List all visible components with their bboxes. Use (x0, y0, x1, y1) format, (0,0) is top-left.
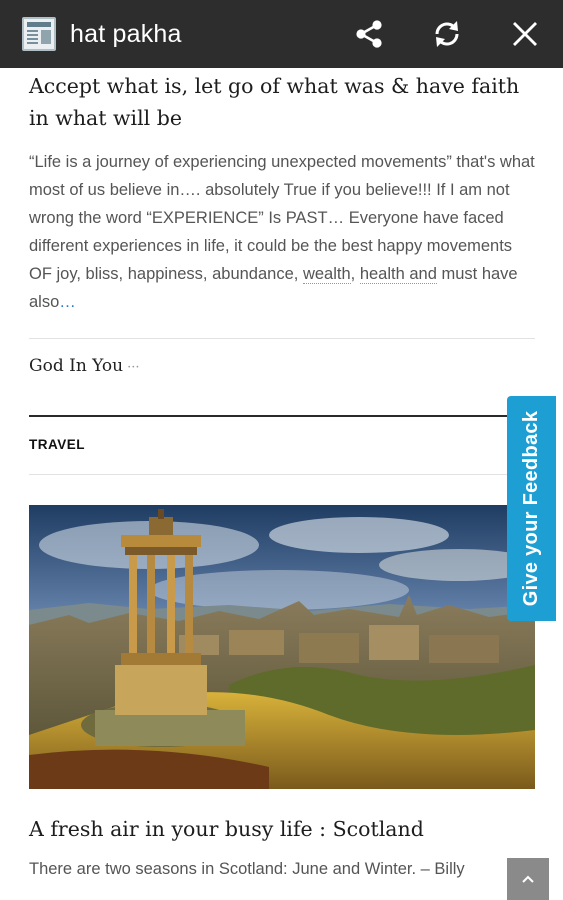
post-hero-image[interactable] (29, 505, 535, 789)
excerpt-text: “Life is a journey of experiencing unexp… (29, 153, 535, 283)
post-title[interactable]: Accept what is, let go of what was & hav… (29, 70, 535, 134)
feedback-tab-button[interactable]: Give your Feedback (507, 396, 556, 621)
post-excerpt-2: There are two seasons in Scotland: June … (29, 860, 465, 878)
chevron-up-icon (522, 875, 534, 883)
app-bar: hat pakha (0, 0, 563, 68)
more-dots: ··· (127, 360, 140, 375)
keyword-link-wealth[interactable]: wealth (302, 265, 351, 284)
close-button[interactable] (505, 14, 545, 54)
app-title: hat pakha (70, 19, 182, 48)
share-icon (356, 20, 382, 48)
newspaper-icon (22, 17, 56, 51)
keyword-link-health[interactable]: health and (359, 265, 437, 284)
feedback-label: Give your Feedback (520, 410, 543, 607)
divider (29, 338, 535, 339)
author-name: God In You (29, 356, 124, 376)
section-label[interactable]: TRAVEL (29, 437, 535, 455)
post-excerpt: “Life is a journey of experiencing unexp… (29, 148, 535, 316)
excerpt-separator: , (350, 265, 360, 283)
divider (29, 474, 535, 475)
read-more-link[interactable]: … (59, 293, 76, 311)
section-rule (29, 415, 535, 417)
refresh-icon (435, 21, 459, 47)
refresh-button[interactable] (427, 14, 467, 54)
close-icon (513, 22, 537, 46)
article-feed: Accept what is, let go of what was & hav… (29, 68, 535, 879)
share-button[interactable] (349, 14, 389, 54)
scroll-to-top-button[interactable] (507, 858, 549, 900)
post-author[interactable]: God In You ··· (29, 356, 535, 382)
scotland-landscape-image (29, 505, 535, 789)
post-title-2[interactable]: A fresh air in your busy life : Scotland (29, 817, 535, 847)
